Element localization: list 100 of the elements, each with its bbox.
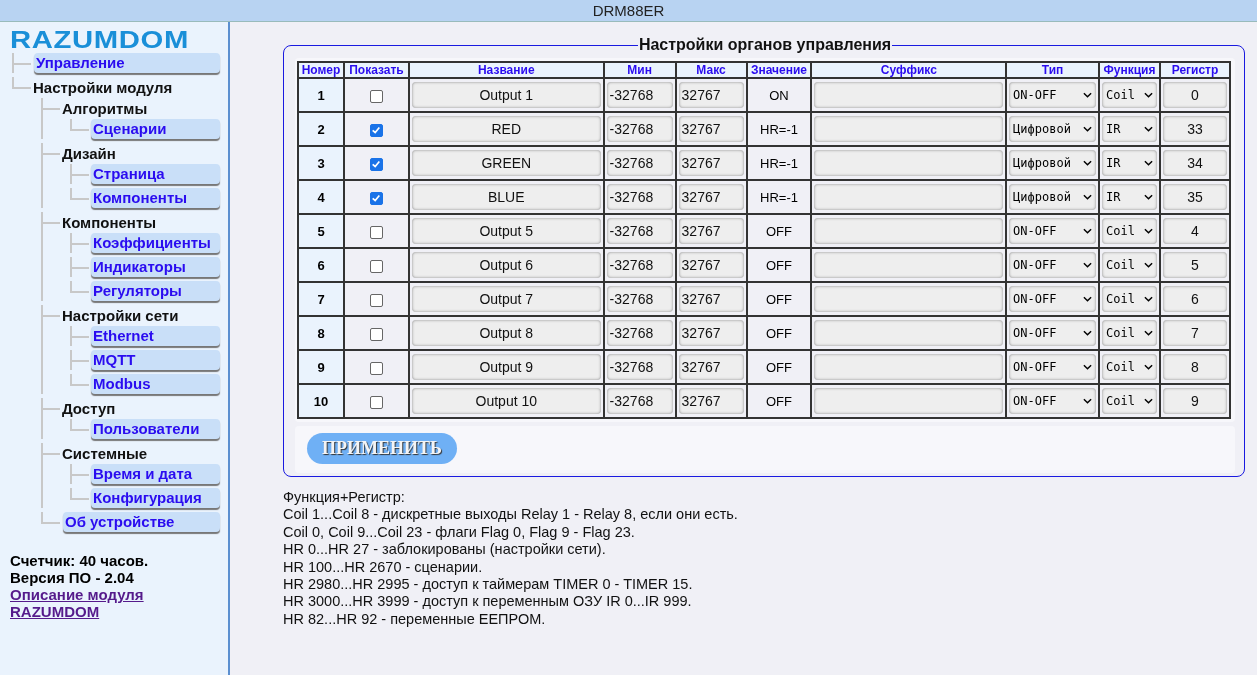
type-dropdown[interactable]: ON-OFF <box>1009 252 1097 278</box>
nav-group: Компоненты <box>62 212 228 233</box>
column-header: Название <box>408 62 604 78</box>
type-dropdown[interactable]: ON-OFF <box>1009 82 1097 108</box>
register-field[interactable]: 35 <box>1163 184 1227 210</box>
function-dropdown[interactable]: Coil <box>1102 82 1157 108</box>
show-checkbox[interactable] <box>369 89 383 103</box>
max-field[interactable]: 32767 <box>678 218 744 244</box>
register-field[interactable]: 6 <box>1163 286 1227 312</box>
max-field[interactable]: 32767 <box>678 354 744 380</box>
name-field[interactable]: Output 7 <box>411 286 601 312</box>
description-link[interactable]: RAZUMDOM <box>10 603 100 620</box>
function-dropdown[interactable]: Coil <box>1102 286 1157 312</box>
nav-link[interactable]: MQTT <box>91 350 220 370</box>
type-dropdown[interactable]: ON-OFF <box>1009 320 1097 346</box>
max-field[interactable]: 32767 <box>678 82 744 108</box>
nav-link[interactable]: Коэффициенты <box>91 233 220 253</box>
nav-link[interactable]: Страница <box>91 164 220 184</box>
show-checkbox[interactable] <box>369 157 383 171</box>
nav-link[interactable]: Управление <box>34 53 220 73</box>
min-field[interactable]: -32768 <box>606 184 673 210</box>
function-dropdown[interactable]: Coil <box>1102 388 1157 414</box>
min-field[interactable]: -32768 <box>606 388 673 414</box>
register-field[interactable]: 7 <box>1163 320 1227 346</box>
register-field[interactable]: 34 <box>1163 150 1227 176</box>
min-field[interactable]: -32768 <box>606 320 673 346</box>
table-cell: 1 <box>298 78 344 112</box>
function-dropdown[interactable]: Coil <box>1102 252 1157 278</box>
show-checkbox[interactable] <box>369 395 383 409</box>
max-field[interactable]: 32767 <box>678 252 744 278</box>
name-field[interactable]: GREEN <box>411 150 601 176</box>
nav-link[interactable]: Время и дата <box>91 464 220 484</box>
register-field[interactable]: 0 <box>1163 82 1227 108</box>
show-checkbox[interactable] <box>369 327 383 341</box>
max-field[interactable]: 32767 <box>678 286 744 312</box>
name-field[interactable]: Output 5 <box>411 218 601 244</box>
min-field[interactable]: -32768 <box>606 116 673 142</box>
function-dropdown[interactable]: IR <box>1102 116 1157 142</box>
register-field[interactable]: 5 <box>1163 252 1227 278</box>
show-checkbox[interactable] <box>369 123 383 137</box>
name-field[interactable]: Output 6 <box>411 252 601 278</box>
nav-link[interactable]: Об устройстве <box>63 512 220 532</box>
nav-link[interactable]: Конфигурация <box>91 488 220 508</box>
type-dropdown[interactable]: Цифровой <box>1009 150 1097 176</box>
register-field[interactable]: 33 <box>1163 116 1227 142</box>
nav-link[interactable]: Компоненты <box>91 188 220 208</box>
type-dropdown[interactable]: ON-OFF <box>1009 218 1097 244</box>
name-field[interactable]: Output 10 <box>411 388 601 414</box>
column-header: Тип <box>1006 62 1100 78</box>
name-field[interactable]: Output 8 <box>411 320 601 346</box>
function-dropdown[interactable]: IR <box>1102 184 1157 210</box>
type-dropdown[interactable]: ON-OFF <box>1009 354 1097 380</box>
type-dropdown[interactable]: ON-OFF <box>1009 388 1097 414</box>
name-field[interactable]: Output 1 <box>411 82 601 108</box>
table-cell: 5 <box>298 214 344 248</box>
type-dropdown[interactable]: ON-OFF <box>1009 286 1097 312</box>
show-checkbox[interactable] <box>369 191 383 205</box>
min-field[interactable]: -32768 <box>606 354 673 380</box>
table-cell: HR=-1 <box>746 180 812 214</box>
caret-icon <box>1144 126 1153 132</box>
max-field[interactable]: 32767 <box>678 320 744 346</box>
min-field[interactable]: -32768 <box>606 286 673 312</box>
column-header: Значение <box>746 62 812 78</box>
max-field[interactable]: 32767 <box>678 150 744 176</box>
show-checkbox[interactable] <box>369 361 383 375</box>
min-field[interactable]: -32768 <box>606 218 673 244</box>
panel-title: Настройки органов управления <box>637 36 893 54</box>
register-field[interactable]: 4 <box>1163 218 1227 244</box>
function-dropdown[interactable]: Coil <box>1102 218 1157 244</box>
show-checkbox[interactable] <box>369 293 383 307</box>
show-checkbox[interactable] <box>369 225 383 239</box>
name-field[interactable]: RED <box>411 116 601 142</box>
description-link[interactable]: Описание модуля <box>10 586 144 603</box>
show-checkbox[interactable] <box>369 259 383 273</box>
max-field[interactable]: 32767 <box>678 388 744 414</box>
name-field[interactable]: Output 9 <box>411 354 601 380</box>
type-dropdown[interactable]: Цифровой <box>1009 184 1097 210</box>
nav-link[interactable]: Ethernet <box>91 326 220 346</box>
min-field[interactable]: -32768 <box>606 82 673 108</box>
table-cell: 10 <box>298 384 344 418</box>
nav-link[interactable]: Сценарии <box>91 119 220 139</box>
table-cell: 8 <box>298 316 344 350</box>
register-field[interactable]: 9 <box>1163 388 1227 414</box>
nav-link[interactable]: Modbus <box>91 374 220 394</box>
function-dropdown[interactable]: Coil <box>1102 354 1157 380</box>
nav-link[interactable]: Пользователи <box>91 419 220 439</box>
type-dropdown[interactable]: Цифровой <box>1009 116 1097 142</box>
min-field[interactable]: -32768 <box>606 252 673 278</box>
max-field[interactable]: 32767 <box>678 116 744 142</box>
table-cell: OFF <box>746 282 812 316</box>
name-field[interactable]: BLUE <box>411 184 601 210</box>
function-dropdown[interactable]: Coil <box>1102 320 1157 346</box>
function-dropdown[interactable]: IR <box>1102 150 1157 176</box>
nav-link[interactable]: Регуляторы <box>91 281 220 301</box>
nav-link[interactable]: Индикаторы <box>91 257 220 277</box>
register-field[interactable]: 8 <box>1163 354 1227 380</box>
max-field[interactable]: 32767 <box>678 184 744 210</box>
nav-group: Алгоритмы <box>62 98 228 119</box>
table-cell: OFF <box>746 350 812 384</box>
min-field[interactable]: -32768 <box>606 150 673 176</box>
